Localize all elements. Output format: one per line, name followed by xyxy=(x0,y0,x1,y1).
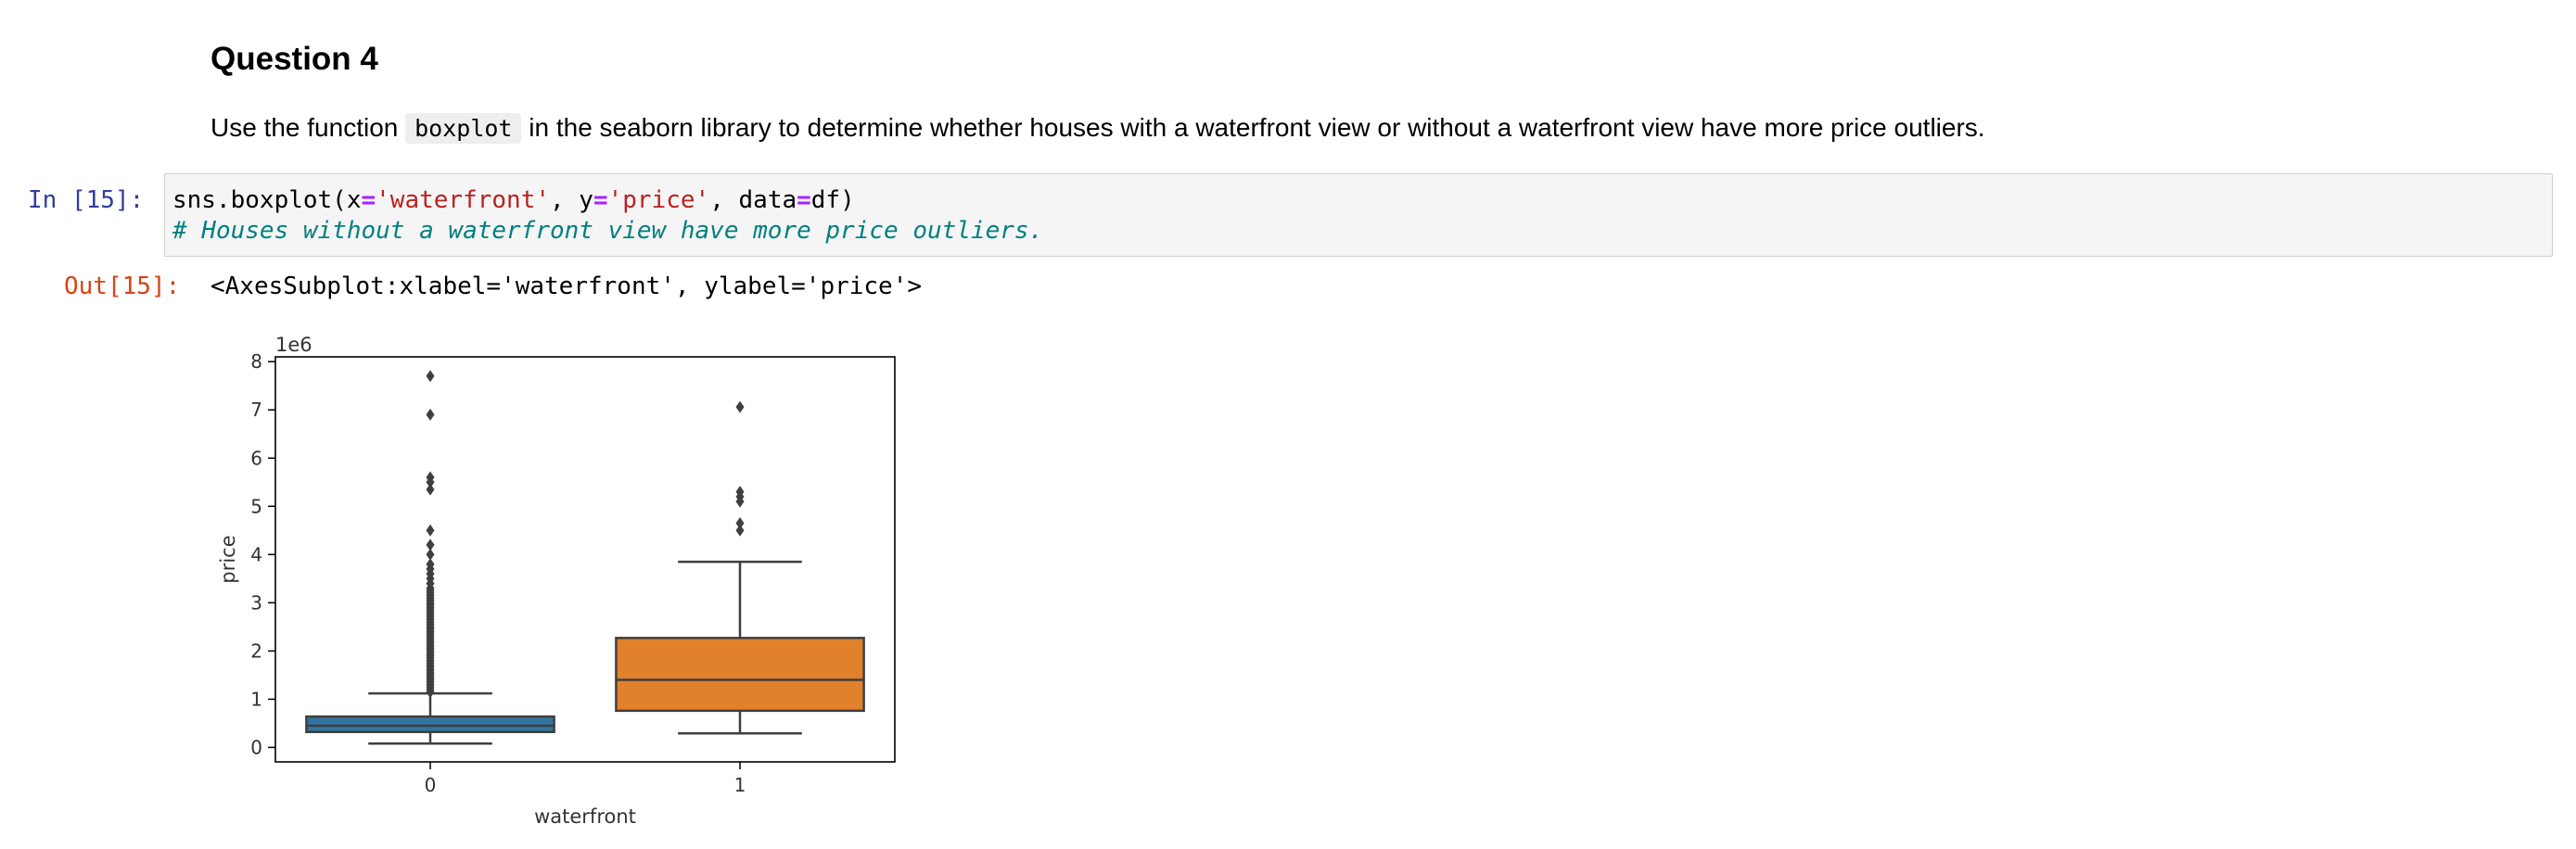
outlier-point xyxy=(735,516,745,529)
box-group-1 xyxy=(615,400,865,735)
code-token: df) xyxy=(810,186,855,214)
box-iqr xyxy=(305,715,555,733)
code-comment[interactable]: # Houses without a waterfront view have … xyxy=(172,216,1043,247)
boxes xyxy=(305,370,865,745)
axis-offset-label: 1e6 xyxy=(275,334,312,356)
y-tick-label: 8 xyxy=(250,350,262,373)
question-text-after: in the seaborn library to determine whet… xyxy=(521,113,1985,142)
x-tick-label: 0 xyxy=(425,774,437,796)
x-axis: 01 xyxy=(425,762,746,796)
x-axis-label: waterfront xyxy=(534,805,636,828)
y-tick-label: 6 xyxy=(250,447,262,469)
x-tick-label: 1 xyxy=(734,774,746,796)
y-tick-label: 3 xyxy=(250,591,262,614)
box-group-0 xyxy=(305,370,555,745)
question-text: Use the function boxplot in the seaborn … xyxy=(210,105,1985,152)
outlier-point xyxy=(426,524,435,537)
code-token: sns.boxplot(x xyxy=(172,186,362,214)
inline-code-boxplot: boxplot xyxy=(405,113,522,144)
y-tick-label: 0 xyxy=(250,736,262,758)
output-prompt: Out[15]: xyxy=(64,272,181,300)
output-text: <AxesSubplot:xlabel='waterfront', ylabel… xyxy=(210,272,923,300)
y-tick-label: 4 xyxy=(250,543,262,565)
code-string: 'price' xyxy=(607,186,710,214)
outlier-point xyxy=(735,400,745,413)
code-operator: = xyxy=(361,186,376,214)
y-tick-label: 1 xyxy=(250,688,262,710)
code-operator: = xyxy=(797,186,811,214)
y-tick-label: 7 xyxy=(250,399,262,421)
code-operator: = xyxy=(593,186,608,214)
code-token: , data xyxy=(709,186,797,214)
box-iqr xyxy=(615,637,865,713)
y-axis: 0 1 2 3 4 5 6 7 8 xyxy=(250,350,275,758)
code-token: , y xyxy=(550,186,593,214)
outlier-point xyxy=(426,408,435,421)
outlier-point xyxy=(426,539,435,551)
outlier-point xyxy=(426,370,435,383)
markdown-cell: Question 4 Use the function boxplot in t… xyxy=(210,35,2510,144)
y-axis-label: price xyxy=(217,535,239,583)
question-heading: Question 4 xyxy=(210,41,378,77)
boxplot-chart: 012345678 01 1e6 price waterfront xyxy=(217,334,896,828)
y-tick-label: 5 xyxy=(250,495,262,517)
question-text-before: Use the function xyxy=(210,113,406,142)
code-line[interactable]: sns.boxplot(x='waterfront', y='price', d… xyxy=(172,185,855,216)
code-string: 'waterfront' xyxy=(376,186,550,214)
input-prompt: In [15]: xyxy=(28,186,145,214)
y-tick-label: 2 xyxy=(250,640,262,662)
code-editor[interactable]: sns.boxplot(x='waterfront', y='price', d… xyxy=(164,173,2553,257)
